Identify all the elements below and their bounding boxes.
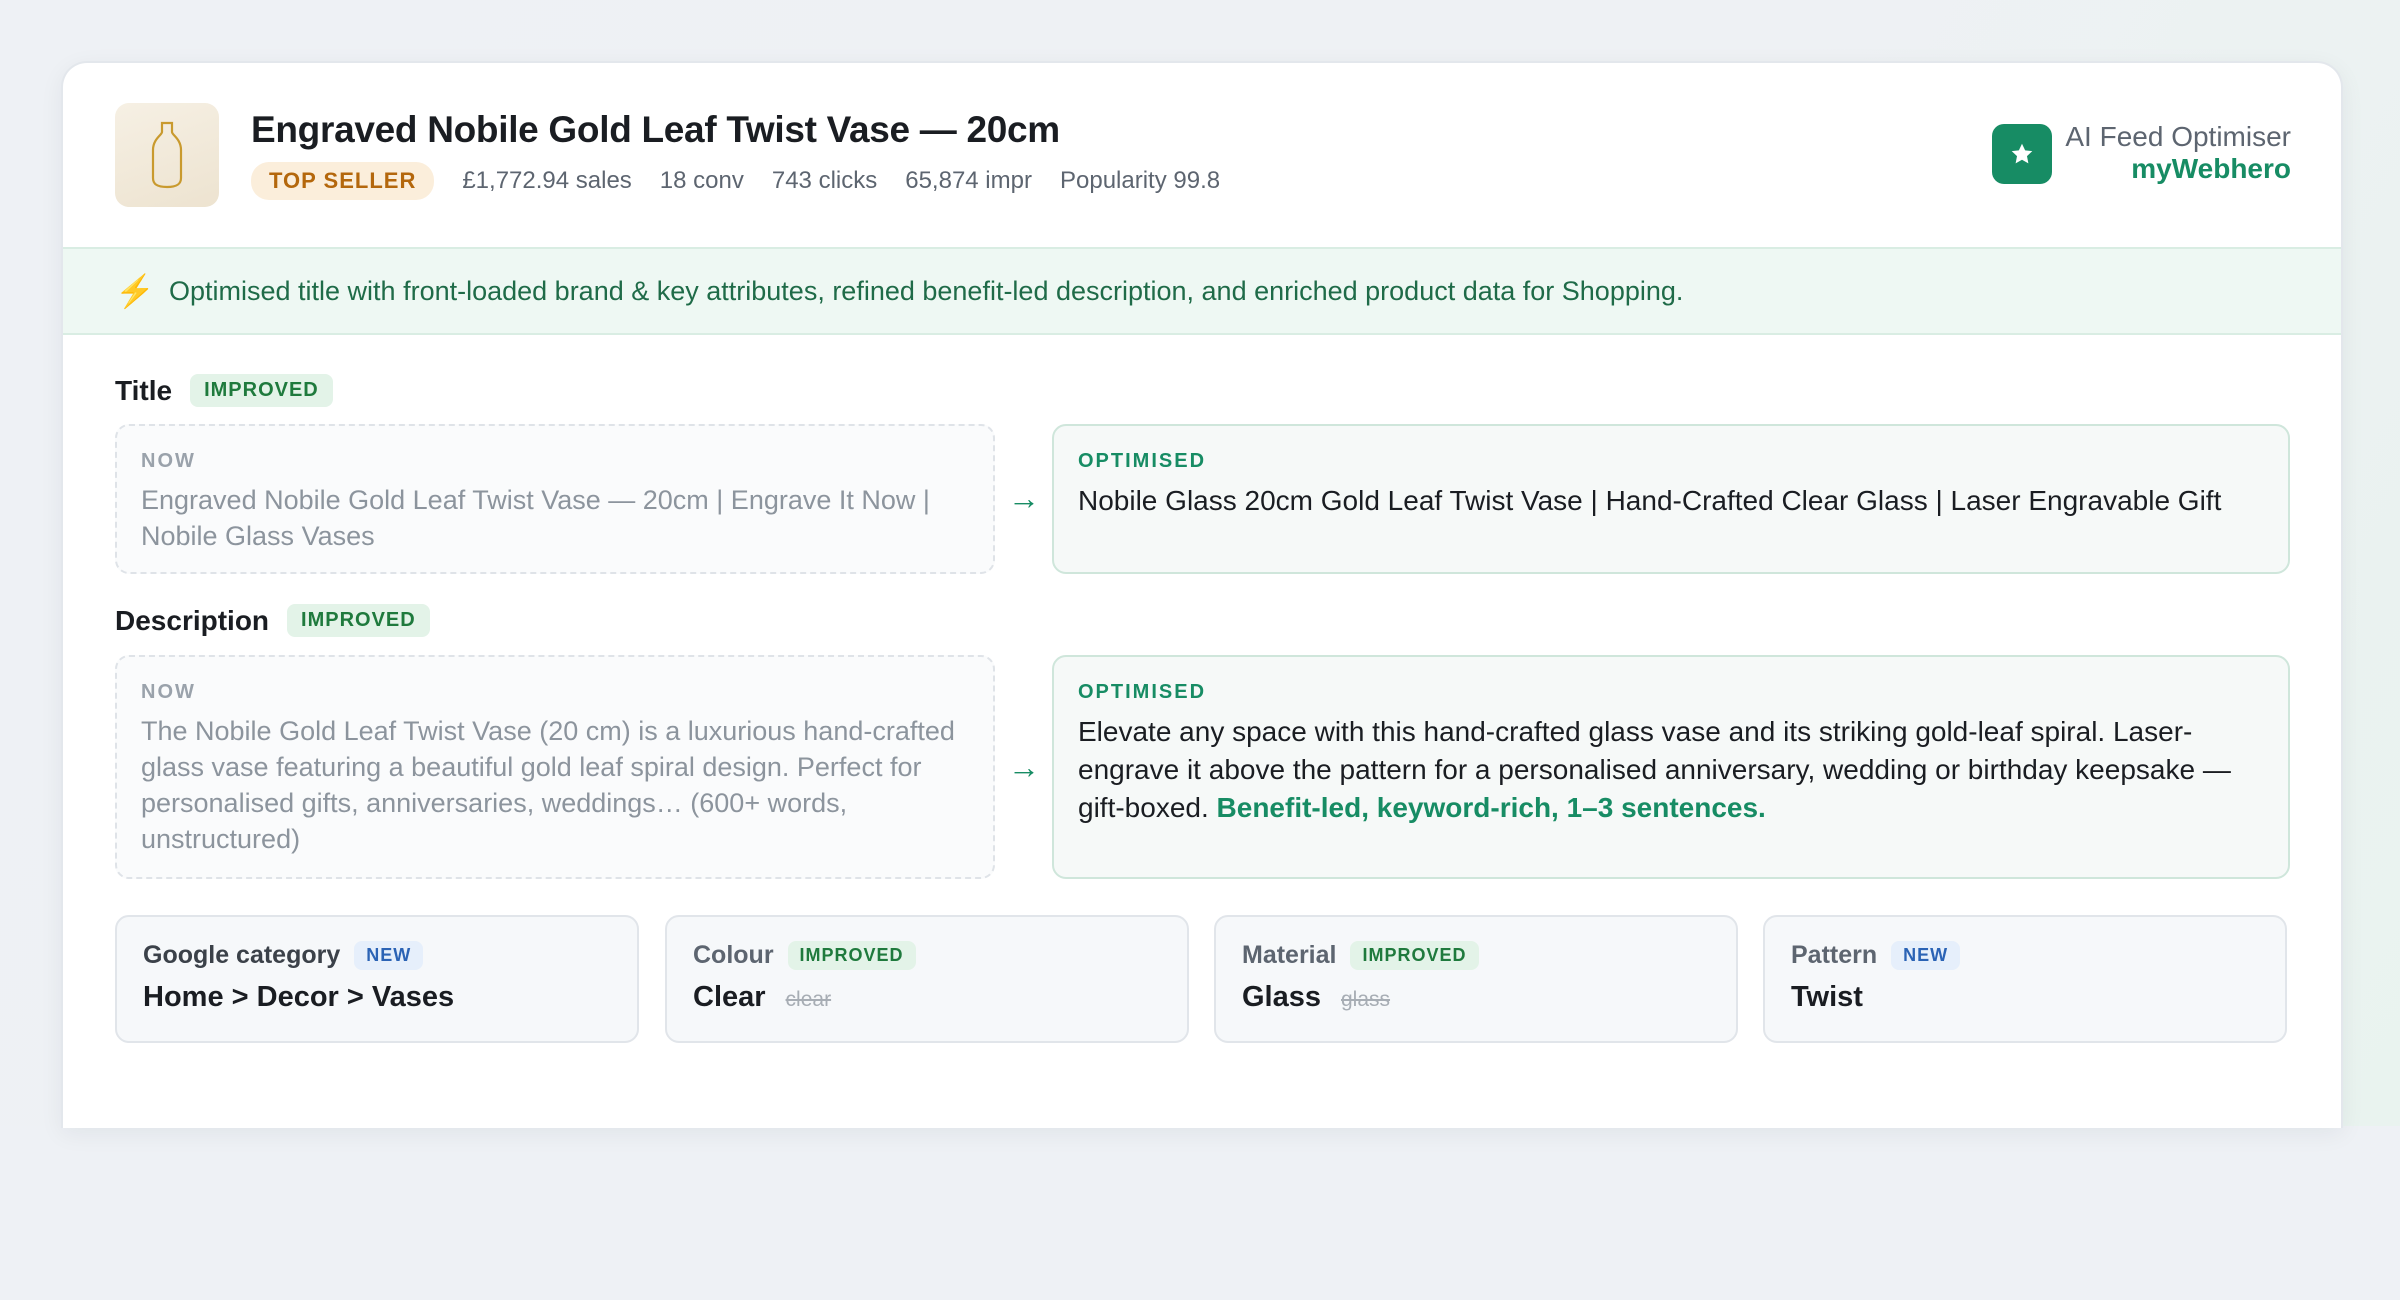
- attribute-value: Twist: [1791, 981, 1863, 1013]
- stat-impressions: 65,874 impr: [905, 167, 1032, 194]
- attribute-name: Google category: [143, 940, 341, 969]
- attribute-name: Pattern: [1791, 940, 1878, 969]
- optimised-label: OPTIMISED: [1078, 681, 1207, 703]
- product-title: Engraved Nobile Gold Leaf Twist Vase — 2…: [251, 109, 1060, 150]
- attribute-card-material: Material IMPROVED Glass glass: [1214, 915, 1738, 1043]
- title-optimised-text: Nobile Glass 20cm Gold Leaf Twist Vase |…: [1078, 485, 2222, 516]
- title-now-text: Engraved Nobile Gold Leaf Twist Vase — 2…: [141, 485, 930, 551]
- section-label: Description: [115, 604, 270, 636]
- attribute-name: Colour: [693, 940, 774, 969]
- status-badge: IMPROVED: [787, 940, 916, 970]
- brand-block: AI Feed Optimiser myWebhero: [2065, 121, 2291, 185]
- stat-conversions: 18 conv: [659, 167, 744, 194]
- star-icon: [1992, 124, 2052, 184]
- attribute-name: Material: [1242, 940, 1337, 969]
- attribute-value: Home > Decor > Vases: [143, 981, 455, 1013]
- lightning-icon: ⚡: [115, 273, 155, 309]
- attribute-value: Clear: [693, 981, 766, 1013]
- attribute-old-value: clear: [785, 988, 832, 1011]
- product-optimisation-card: Engraved Nobile Gold Leaf Twist Vase — 2…: [61, 61, 2343, 1128]
- description-section-heading: Description IMPROVED: [115, 604, 430, 637]
- attribute-old-value: glass: [1341, 988, 1391, 1011]
- status-badge: IMPROVED: [190, 374, 333, 407]
- optimised-label: OPTIMISED: [1078, 450, 1207, 472]
- stat-sales: £1,772.94 sales: [462, 167, 632, 194]
- now-label: NOW: [141, 450, 196, 472]
- title-now-box: NOW Engraved Nobile Gold Leaf Twist Vase…: [115, 424, 995, 574]
- attribute-value: Glass: [1242, 981, 1321, 1013]
- description-now-text: The Nobile Gold Leaf Twist Vase (20 cm) …: [141, 716, 955, 854]
- optimised-hint: Benefit-led, keyword-rich, 1–3 sentences…: [1216, 792, 1766, 823]
- stat-clicks: 743 clicks: [771, 167, 878, 194]
- now-label: NOW: [141, 681, 196, 703]
- title-optimised-box: OPTIMISED Nobile Glass 20cm Gold Leaf Tw…: [1052, 424, 2290, 574]
- stat-popularity: Popularity 99.8: [1059, 167, 1221, 194]
- section-label: Title: [115, 374, 173, 406]
- status-badge: NEW: [1891, 940, 1961, 970]
- attribute-card-colour: Colour IMPROVED Clear clear: [665, 915, 1189, 1043]
- attribute-card-google-category: Google category NEW Home > Decor > Vases: [115, 915, 639, 1043]
- title-section-heading: Title IMPROVED: [115, 374, 333, 407]
- description-optimised-box: OPTIMISED Elevate any space with this ha…: [1052, 655, 2290, 879]
- attribute-card-pattern: Pattern NEW Twist: [1763, 915, 2287, 1043]
- status-badge: NEW: [354, 940, 424, 970]
- arrow-right-icon: →: [1008, 480, 1040, 516]
- vase-icon: [151, 121, 183, 189]
- arrow-right-icon: →: [1008, 749, 1040, 785]
- description-optimised-text: Elevate any space with this hand-crafted…: [1078, 713, 2264, 827]
- product-thumbnail: [115, 103, 219, 207]
- top-seller-badge: TOP SELLER: [251, 162, 435, 200]
- brand-subtitle: AI Feed Optimiser: [2065, 121, 2291, 152]
- product-meta-row: TOP SELLER £1,772.94 sales 18 conv 743 c…: [251, 162, 1221, 200]
- brand-name: myWebhero: [2131, 153, 2291, 184]
- status-badge: IMPROVED: [1350, 940, 1479, 970]
- summary-text: Optimised title with front-loaded brand …: [169, 275, 1684, 306]
- description-now-box: NOW The Nobile Gold Leaf Twist Vase (20 …: [115, 655, 995, 879]
- optimisation-summary: ⚡ Optimised title with front-loaded bran…: [63, 247, 2341, 335]
- status-badge: IMPROVED: [287, 604, 430, 637]
